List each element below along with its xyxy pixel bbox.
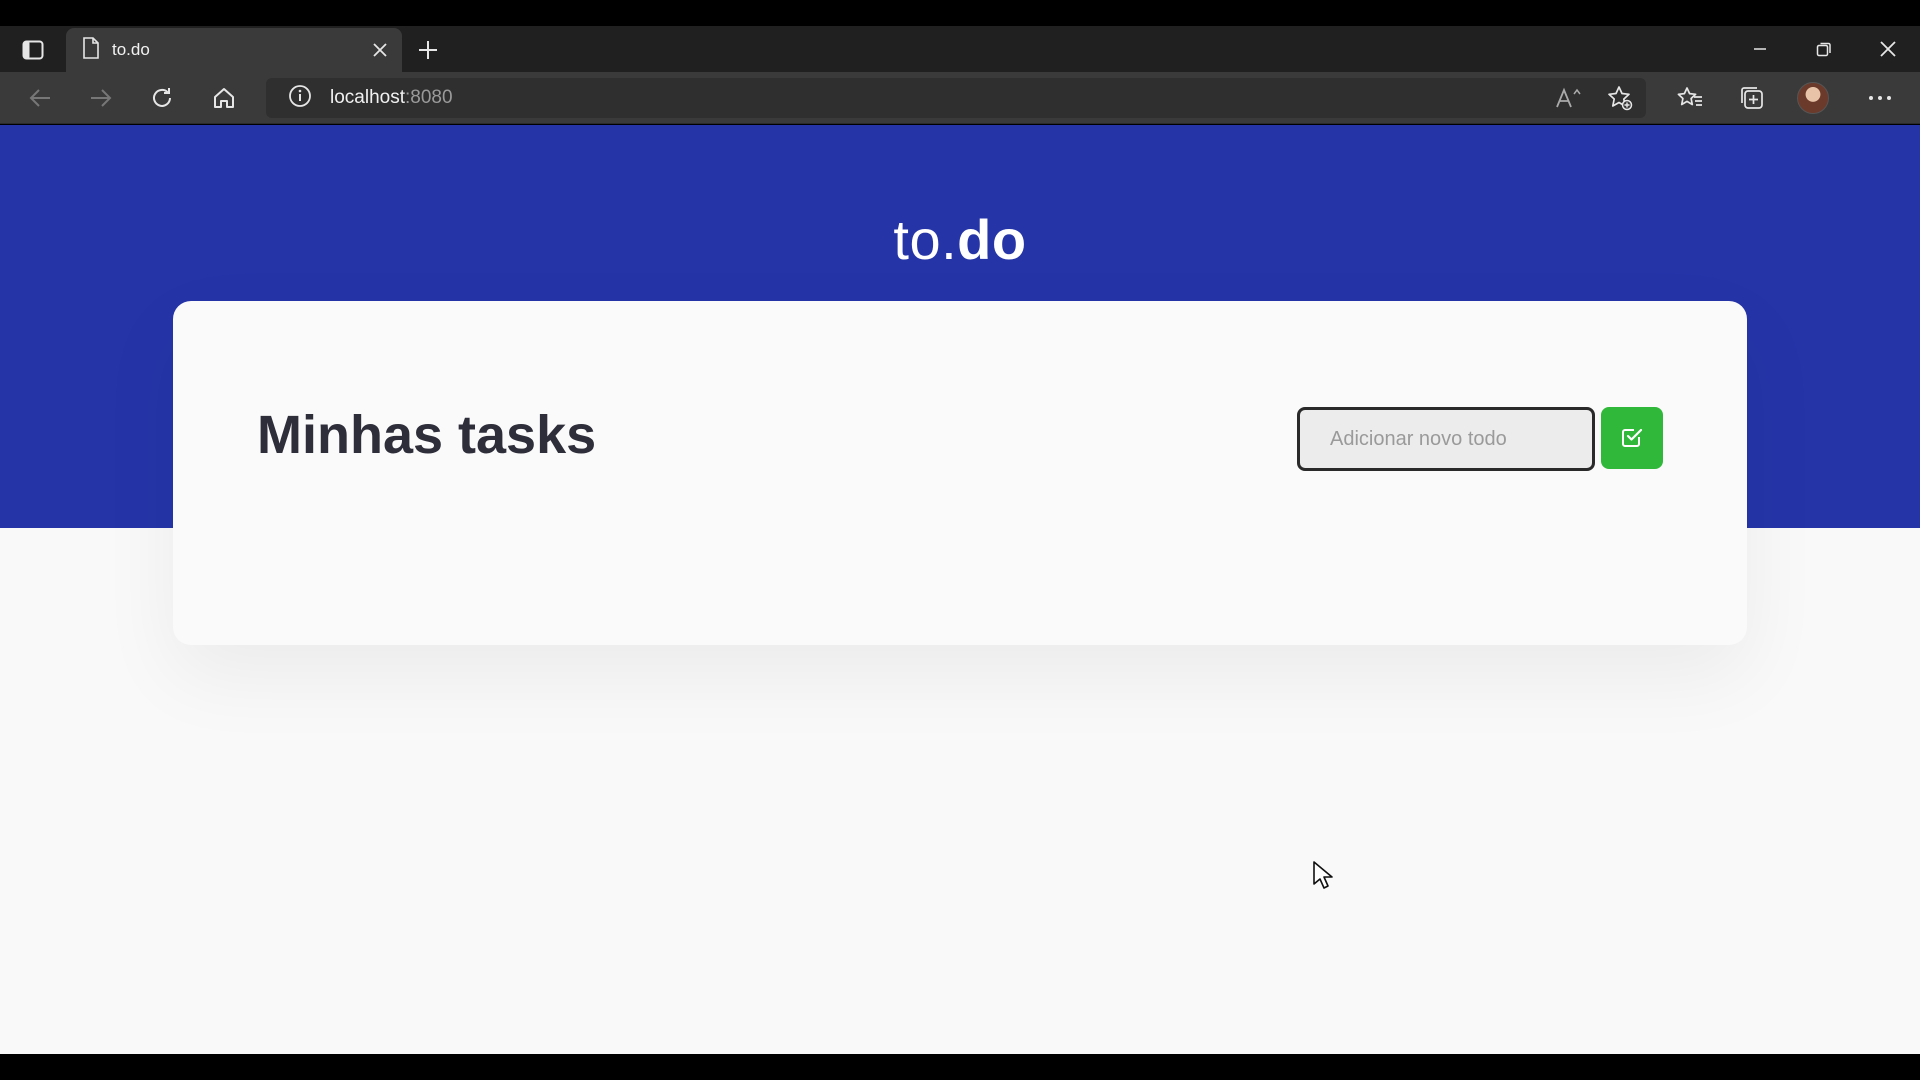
- address-bar[interactable]: localhost:8080: [266, 78, 1646, 118]
- page-icon: [82, 36, 100, 64]
- tasks-card: Minhas tasks: [173, 301, 1747, 645]
- restore-icon[interactable]: [1792, 26, 1856, 72]
- tab-title: to.do: [112, 40, 150, 59]
- profile-avatar[interactable]: [1797, 82, 1829, 114]
- window-controls: [1728, 26, 1920, 72]
- screen: to.do localhost:8080 to.do Minhas tasks…: [0, 0, 1920, 1080]
- page-title: Minhas tasks: [257, 405, 597, 465]
- favorites-icon[interactable]: [1672, 80, 1708, 116]
- forward-icon[interactable]: [83, 80, 119, 116]
- add-todo-button[interactable]: [1601, 407, 1663, 469]
- back-icon[interactable]: [22, 80, 58, 116]
- more-icon[interactable]: [1862, 80, 1898, 116]
- logo-regular: to.: [893, 208, 958, 271]
- mouse-cursor-icon: [1312, 860, 1334, 895]
- page-viewport: to.do Minhas tasks: [0, 125, 1920, 1054]
- browser-toolbar: localhost:8080: [0, 72, 1920, 124]
- browser-tab[interactable]: to.do: [66, 28, 402, 72]
- tab-actions-icon[interactable]: [18, 37, 48, 63]
- logo-bold: do: [957, 208, 1027, 271]
- collections-icon[interactable]: [1734, 80, 1770, 116]
- close-icon[interactable]: [362, 32, 398, 68]
- read-aloud-icon[interactable]: [1550, 80, 1586, 116]
- address-host: localhost: [330, 87, 405, 108]
- home-icon[interactable]: [206, 80, 242, 116]
- info-icon[interactable]: [288, 84, 312, 113]
- browser-tab-bar: to.do: [0, 26, 1920, 72]
- refresh-icon[interactable]: [144, 80, 180, 116]
- address-port: :8080: [405, 87, 453, 108]
- plus-icon[interactable]: [412, 34, 444, 66]
- new-todo-input[interactable]: [1297, 407, 1595, 471]
- window-close-icon[interactable]: [1856, 26, 1920, 72]
- add-favorite-icon[interactable]: [1602, 80, 1638, 116]
- screen-bottom-border: [0, 1054, 1920, 1080]
- minimize-icon[interactable]: [1728, 26, 1792, 72]
- check-square-icon: [1621, 426, 1643, 451]
- app-logo: to.do: [0, 207, 1920, 272]
